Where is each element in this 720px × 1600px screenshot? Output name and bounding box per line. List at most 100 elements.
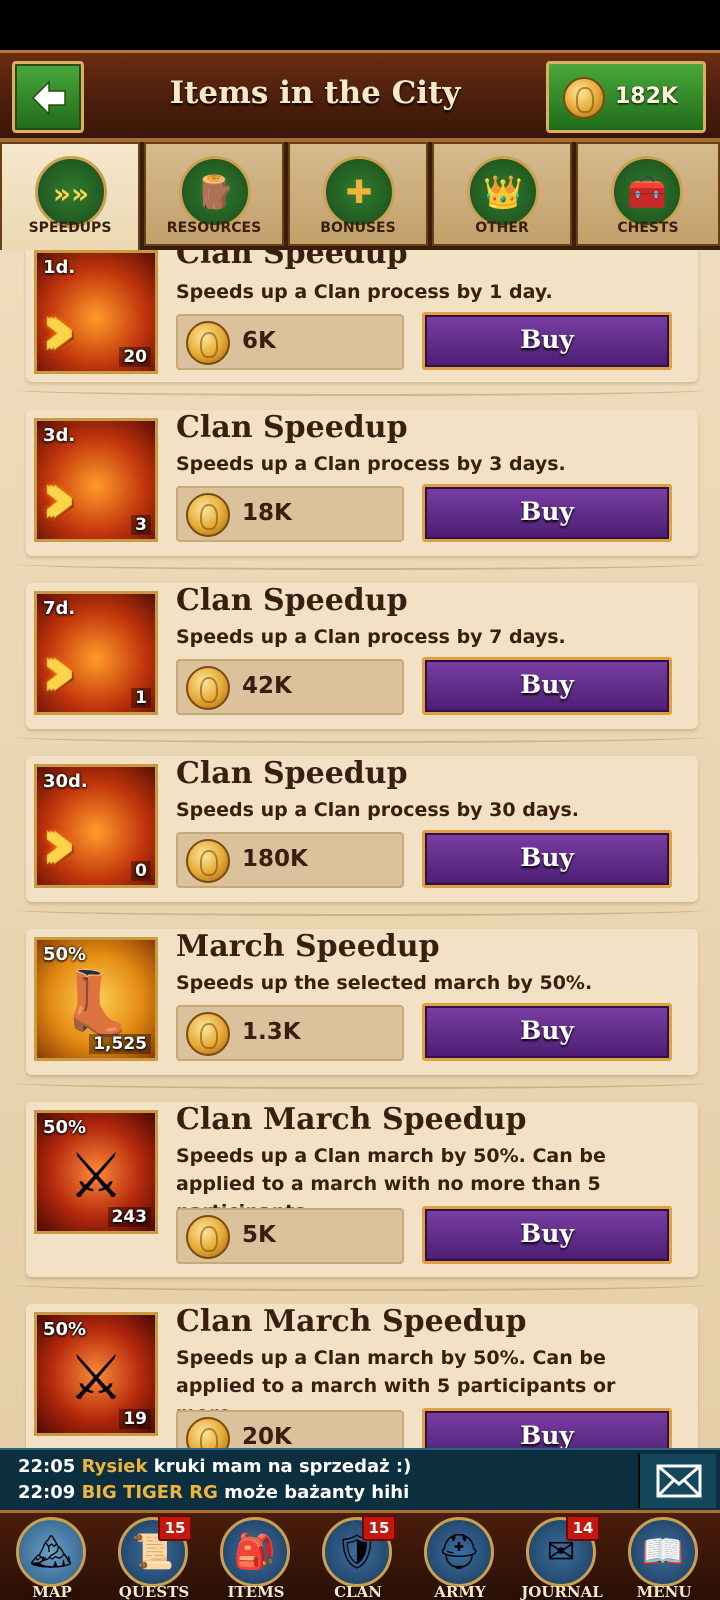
chat-username: BIG TIGER RG	[81, 1482, 218, 1503]
mail-button[interactable]	[638, 1454, 716, 1508]
nav-label: ITEMS	[227, 1583, 285, 1600]
item-price: 42K	[242, 673, 292, 699]
clan-march-soldiers-icon: ⚔ 50% 243	[34, 1110, 158, 1234]
gold-coin-icon	[186, 321, 230, 365]
chat-time: 22:09	[18, 1482, 76, 1503]
item-description: Speeds up a Clan process by 30 days.	[176, 799, 579, 821]
buy-button[interactable]: Buy	[422, 312, 672, 370]
nav-journal[interactable]: ✉ 14 JOURNAL	[512, 1515, 612, 1600]
item-tag: 7d.	[43, 598, 76, 619]
nav-label: CLAN	[334, 1583, 382, 1600]
item-quantity: 19	[119, 1409, 151, 1429]
item-quantity: 1	[131, 688, 151, 708]
item-quantity: 3	[131, 515, 151, 535]
buy-button[interactable]: Buy	[422, 830, 672, 888]
tab-label: BONUSES	[320, 220, 396, 236]
notification-badge: 14	[566, 1515, 600, 1541]
price-box: 1.3K	[176, 1005, 404, 1061]
notification-badge: 15	[362, 1515, 396, 1541]
tab-other[interactable]: 👑 OTHER	[432, 142, 572, 246]
item-price: 20K	[242, 1424, 292, 1448]
list-item: ››› 30d. 0 Clan Speedup Speeds up a Clan…	[16, 756, 708, 916]
nav-label: MENU	[636, 1583, 692, 1600]
chat-time: 22:05	[18, 1456, 76, 1477]
item-tag: 50%	[43, 1117, 87, 1138]
item-price: 18K	[242, 500, 292, 526]
clan-speedup-icon: ››› 7d. 1	[34, 591, 158, 715]
nav-quests[interactable]: 📜 15 QUESTS	[104, 1515, 204, 1600]
nav-items[interactable]: 🎒 ITEMS	[206, 1515, 306, 1600]
top-bar: Items in the City 182K	[0, 50, 720, 142]
item-quantity: 1,525	[89, 1034, 151, 1054]
book-icon: 📖	[628, 1517, 698, 1587]
arrow-left-icon	[31, 80, 66, 116]
item-title: Clan Speedup	[176, 410, 408, 445]
item-quantity: 0	[131, 861, 151, 881]
chat-message: 22:05 Rysiek kruki mam na sprzedaż :)	[18, 1456, 411, 1477]
buy-button[interactable]: Buy	[422, 1408, 672, 1448]
nav-army[interactable]: ⛑ ARMY	[410, 1515, 510, 1600]
nav-menu[interactable]: 📖 MENU	[614, 1515, 714, 1600]
item-tag: 50%	[43, 1319, 87, 1340]
buy-button[interactable]: Buy	[422, 1003, 672, 1061]
tab-label: RESOURCES	[166, 220, 262, 236]
nav-map[interactable]: 🏔 MAP	[2, 1515, 102, 1600]
item-tag: 1d.	[43, 257, 76, 278]
item-description: Speeds up a Clan process by 3 days.	[176, 453, 566, 475]
item-title: Clan March Speedup	[176, 1304, 527, 1339]
helmet-icon: ⛑	[424, 1517, 494, 1587]
list-item: ››› 7d. 1 Clan Speedup Speeds up a Clan …	[16, 583, 708, 743]
item-price: 180K	[242, 846, 308, 872]
tab-label: OTHER	[475, 220, 529, 236]
buy-button[interactable]: Buy	[422, 484, 672, 542]
list-item: ⚔ 50% 243 Clan March Speedup Speeds up a…	[16, 1102, 708, 1291]
nav-label: QUESTS	[118, 1583, 190, 1600]
chat-text: może bażanty hihi	[224, 1482, 410, 1503]
item-title: Clan Speedup	[176, 756, 408, 791]
tab-chests[interactable]: 🧰 CHESTS	[576, 142, 720, 246]
tab-bonuses[interactable]: ✚ BONUSES	[288, 142, 428, 246]
backpack-icon: 🎒	[220, 1517, 290, 1587]
bottom-navigation: 🏔 MAP 📜 15 QUESTS 🎒 ITEMS 🛡 15 CLAN ⛑ AR…	[0, 1510, 720, 1600]
tab-speedups[interactable]: »» SPEEDUPS	[0, 142, 140, 250]
item-price: 1.3K	[242, 1019, 301, 1045]
logs-icon: 🪵	[179, 156, 251, 228]
nav-label: MAP	[32, 1583, 72, 1600]
tab-label: SPEEDUPS	[28, 220, 112, 236]
price-box: 18K	[176, 486, 404, 542]
tab-label: CHESTS	[617, 220, 679, 236]
winged-boot-icon: 👢 50% 1,525	[34, 937, 158, 1061]
crown-icon: 👑	[467, 156, 539, 228]
gold-coin-icon	[186, 1215, 230, 1259]
nav-label: JOURNAL	[521, 1583, 603, 1600]
tab-resources[interactable]: 🪵 RESOURCES	[144, 142, 284, 246]
item-list[interactable]: ››› 1d. 20 Clan Speedup Speeds up a Clan…	[0, 250, 720, 1448]
item-price: 5K	[242, 1222, 276, 1248]
back-button[interactable]	[12, 61, 84, 133]
item-description: Speeds up the selected march by 50%.	[176, 972, 593, 994]
gold-coin-icon	[186, 493, 230, 537]
chat-preview[interactable]: 22:05 Rysiek kruki mam na sprzedaż :) 22…	[0, 1448, 720, 1510]
gold-balance-button[interactable]: 182K	[546, 61, 706, 133]
item-quantity: 20	[119, 347, 151, 367]
chat-username: Rysiek	[81, 1456, 148, 1477]
clan-march-soldiers-icon: ⚔ 50% 19	[34, 1312, 158, 1436]
item-title: Clan March Speedup	[176, 1102, 527, 1137]
gold-coin-icon	[186, 839, 230, 883]
item-tag: 50%	[43, 944, 87, 965]
envelope-icon	[656, 1464, 702, 1498]
buy-button[interactable]: Buy	[422, 1206, 672, 1264]
gold-amount: 182K	[615, 84, 678, 109]
clan-speedup-icon: ››› 30d. 0	[34, 764, 158, 888]
item-description: Speeds up a Clan process by 7 days.	[176, 626, 566, 648]
item-tag: 3d.	[43, 425, 76, 446]
buy-button[interactable]: Buy	[422, 657, 672, 715]
list-item: 👢 50% 1,525 March Speedup Speeds up the …	[16, 929, 708, 1089]
item-title: March Speedup	[176, 929, 440, 964]
chat-text: kruki mam na sprzedaż :)	[153, 1456, 412, 1477]
chevrons-icon: »»	[35, 156, 107, 228]
list-item: ⚔ 50% 19 Clan March Speedup Speeds up a …	[26, 1304, 698, 1448]
nav-clan[interactable]: 🛡 15 CLAN	[308, 1515, 408, 1600]
chat-message: 22:09 BIG TIGER RG może bażanty hihi	[18, 1482, 409, 1503]
item-title: Clan Speedup	[176, 583, 408, 618]
